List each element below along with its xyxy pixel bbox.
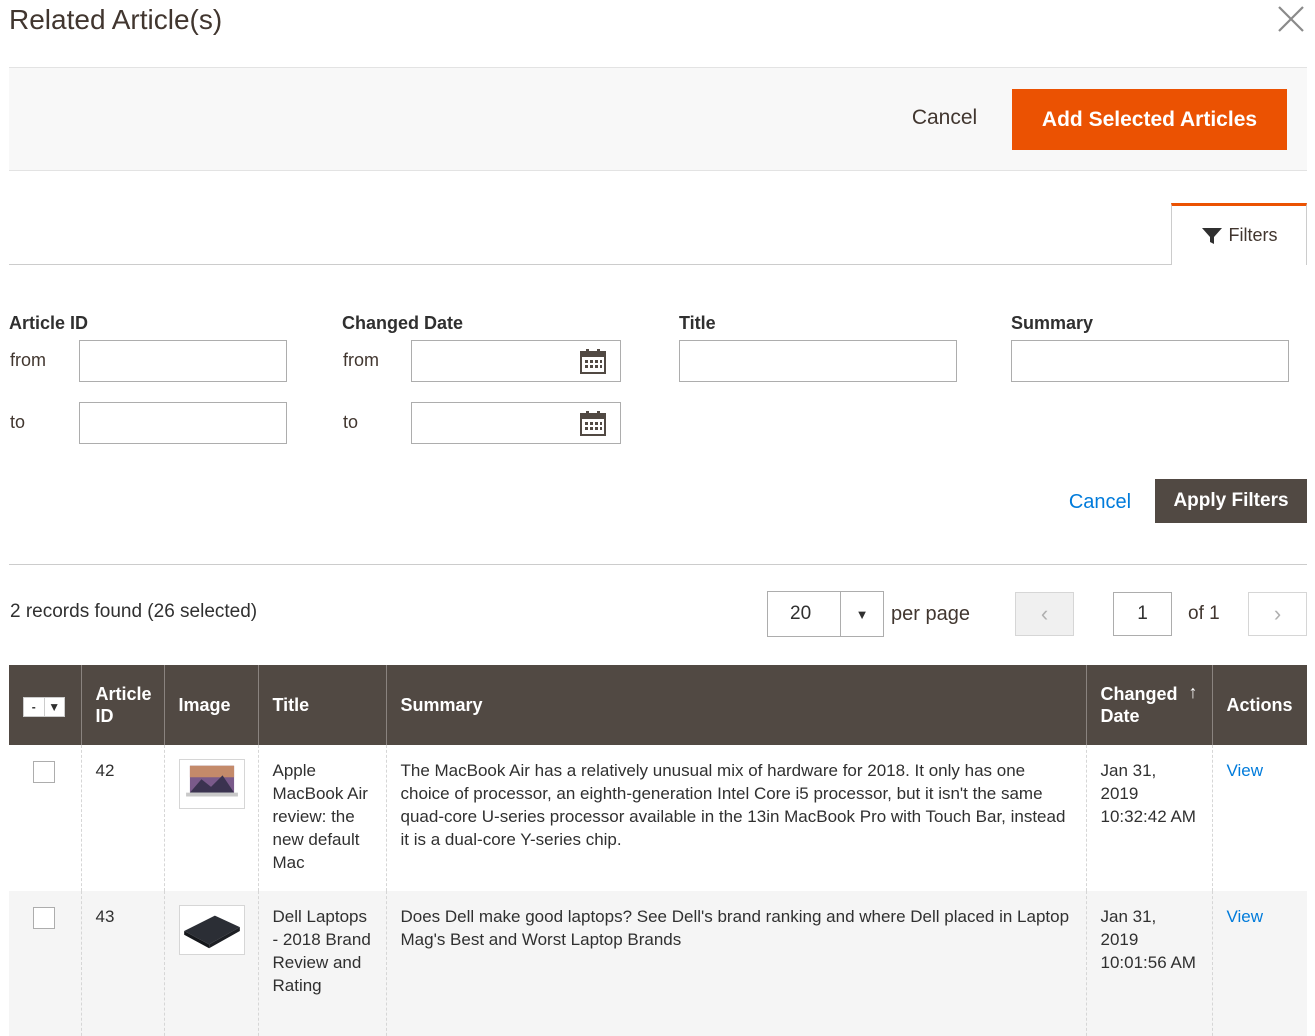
title-filter-input[interactable] (679, 340, 957, 382)
calendar-icon[interactable] (579, 409, 607, 437)
column-header-actions: Actions (1211, 665, 1307, 745)
image-cell (163, 891, 258, 1036)
image-cell (163, 745, 258, 891)
article-id-cell: 43 (80, 891, 164, 1036)
row-checkbox-cell (9, 745, 81, 891)
per-page-select[interactable]: 20 ▼ (767, 591, 884, 637)
column-header-title[interactable]: Title (257, 665, 386, 745)
view-link[interactable]: View (1227, 761, 1264, 780)
column-header-changed-date[interactable]: ↑ Changed Date (1085, 665, 1212, 745)
article-id-cell: 42 (80, 745, 164, 891)
per-page-value: 20 (790, 603, 812, 624)
article-thumbnail (178, 905, 245, 955)
row-checkbox-cell (9, 891, 81, 1036)
mass-select-header: - ▼ (9, 665, 81, 745)
row-checkbox[interactable] (33, 907, 55, 929)
title-cell: Apple MacBook Air review: the new defaul… (257, 745, 386, 891)
prev-page-button[interactable]: ‹ (1015, 592, 1074, 636)
filters-tab-label: Filters (1228, 225, 1278, 245)
article-id-from-input[interactable] (79, 340, 287, 382)
apply-filters-button[interactable]: Apply Filters (1155, 479, 1307, 523)
mass-select-dropdown[interactable]: - ▼ (23, 696, 65, 717)
actions-cell: View (1211, 891, 1307, 1036)
chevron-right-icon: › (1273, 601, 1282, 626)
view-link[interactable]: View (1227, 907, 1264, 926)
column-header-changed-date-label: Changed Date (1100, 684, 1178, 726)
summary-cell: The MacBook Air has a relatively unusual… (385, 745, 1086, 891)
cancel-button[interactable]: Cancel (887, 94, 1002, 142)
page-number-input[interactable] (1113, 592, 1172, 636)
page-total: of 1 (1188, 603, 1220, 624)
next-page-button[interactable]: › (1248, 592, 1307, 636)
summary-cell: Does Dell make good laptops? See Dell's … (385, 891, 1086, 1036)
close-icon (1278, 6, 1304, 32)
chevron-down-icon[interactable]: ▼ (840, 592, 883, 636)
changed-date-to-label: to (343, 412, 359, 432)
minus-icon: - (24, 697, 45, 716)
modal-title: Related Article(s) (9, 4, 223, 35)
modal-action-bar: Cancel Add Selected Articles (9, 67, 1307, 171)
row-checkbox[interactable] (33, 761, 55, 783)
table-row: 43 Dell Laptops - 2018 Brand Review and … (9, 891, 1307, 1036)
filter-icon (1201, 227, 1222, 244)
filters-cancel-button[interactable]: Cancel (1060, 482, 1140, 522)
column-header-image: Image (163, 665, 258, 745)
changed-date-filter-label: Changed Date (342, 313, 464, 333)
title-filter-label: Title (679, 313, 716, 333)
table-row: 42 Apple MacBook Air review: the new def… (9, 745, 1307, 891)
filters-tab[interactable]: Filters (1171, 203, 1307, 265)
chevron-down-icon: ▼ (48, 699, 61, 714)
changed-date-cell: Jan 31, 2019 10:32:42 AM (1085, 745, 1212, 891)
articles-grid: - ▼ Article ID Image Title Summary ↑ Chan… (9, 665, 1307, 1036)
actions-cell: View (1211, 745, 1307, 891)
per-page-label: per page (891, 603, 970, 625)
records-count: 2 records found (26 selected) (10, 601, 258, 622)
column-header-article-id[interactable]: Article ID (80, 665, 164, 745)
filters-divider (9, 264, 1307, 265)
article-id-filter-label: Article ID (9, 313, 89, 333)
column-header-summary[interactable]: Summary (385, 665, 1086, 745)
changed-date-cell: Jan 31, 2019 10:01:56 AM (1085, 891, 1212, 1036)
article-id-to-input[interactable] (79, 402, 287, 444)
title-cell: Dell Laptops - 2018 Brand Review and Rat… (257, 891, 386, 1036)
chevron-left-icon: ‹ (1040, 601, 1049, 626)
changed-date-from-label: from (343, 350, 379, 370)
section-divider (9, 564, 1307, 565)
calendar-icon[interactable] (579, 347, 607, 375)
summary-filter-label: Summary (1011, 313, 1094, 333)
close-button[interactable] (1276, 4, 1306, 34)
article-id-to-label: to (10, 412, 26, 432)
add-selected-articles-button[interactable]: Add Selected Articles (1012, 89, 1287, 150)
article-id-from-label: from (10, 350, 46, 370)
article-thumbnail (178, 759, 245, 809)
summary-filter-input[interactable] (1011, 340, 1289, 382)
sort-arrow-icon: ↑ (1188, 682, 1198, 702)
